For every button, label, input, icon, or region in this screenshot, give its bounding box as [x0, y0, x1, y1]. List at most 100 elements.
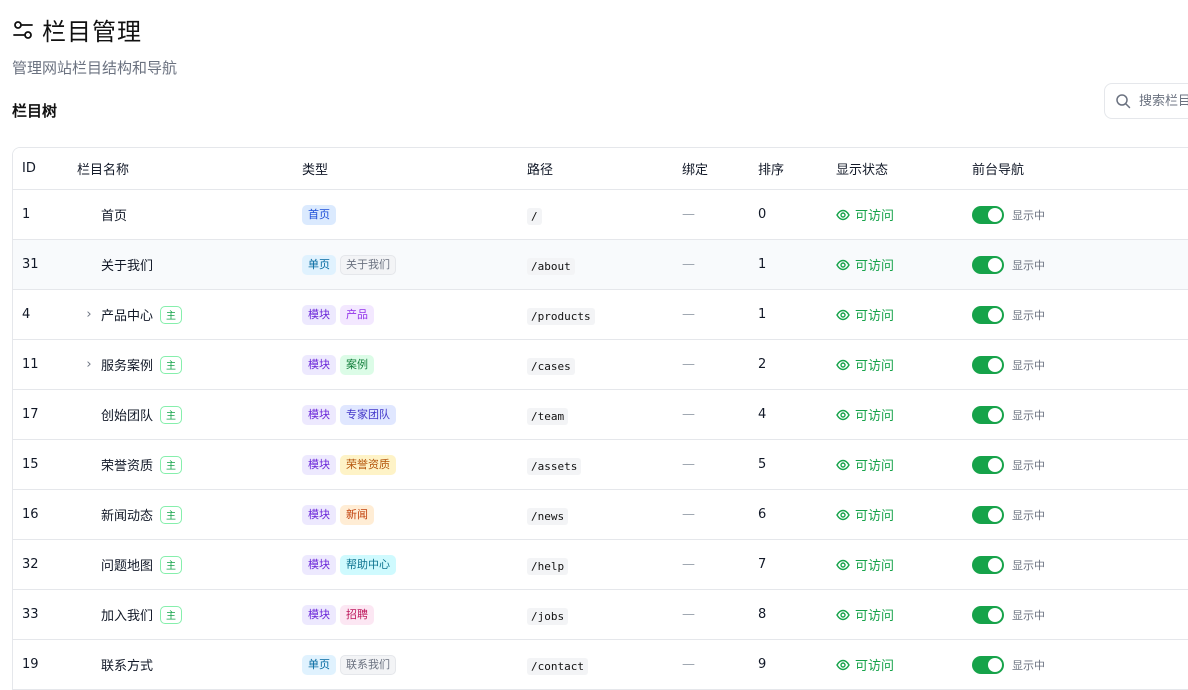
- name-cell: › 服务案例主: [77, 355, 302, 374]
- binding-cell: —: [682, 307, 695, 322]
- visibility-label: 可访问: [855, 259, 895, 274]
- column-name: 问题地图: [101, 559, 154, 574]
- nav-status-label: 显示中: [1012, 258, 1045, 272]
- table-row[interactable]: 17 创始团队主模块 专家团队/team —4 可访问 显示中: [13, 390, 1188, 440]
- name-cell: 荣誉资质主: [77, 455, 302, 474]
- type-tag: 模块: [302, 454, 336, 475]
- row-id: 17: [22, 407, 39, 422]
- table-row[interactable]: 4 › 产品中心主模块 产品/products —1 可访问 显示中: [13, 290, 1188, 340]
- path-code: /products: [527, 308, 595, 325]
- name-cell: 新闻动态主: [77, 505, 302, 524]
- type-tag: 单页: [302, 654, 336, 675]
- search-input[interactable]: [1137, 92, 1188, 110]
- nav-toggle[interactable]: [972, 555, 1004, 574]
- main-badge: 主: [160, 505, 183, 524]
- type-tag: 模块: [302, 554, 336, 575]
- binding-cell: —: [682, 507, 695, 522]
- table-row[interactable]: 33 加入我们主模块 招聘/jobs —8 可访问 显示中: [13, 590, 1188, 640]
- row-id: 16: [22, 507, 39, 522]
- path-code: /assets: [527, 458, 582, 475]
- header-name: 栏目名称: [77, 163, 130, 178]
- table-row[interactable]: 11 › 服务案例主模块 案例/cases —2 可访问 显示中: [13, 340, 1188, 390]
- type-cell: 首页: [302, 204, 527, 225]
- row-id: 31: [22, 257, 39, 272]
- eye-icon: [836, 609, 850, 620]
- row-id: 15: [22, 457, 39, 472]
- path-code: /cases: [527, 358, 575, 375]
- main-badge: 主: [160, 555, 183, 574]
- subtype-tag: 案例: [340, 354, 374, 375]
- main-badge: 主: [160, 455, 183, 474]
- column-name: 创始团队: [101, 409, 154, 424]
- page-subtitle: 管理网站栏目结构和导航: [12, 59, 178, 77]
- path-code: /help: [527, 558, 569, 575]
- name-cell: › 产品中心主: [77, 305, 302, 324]
- name-cell: 联系方式: [77, 655, 302, 674]
- path-cell: /team: [527, 405, 681, 425]
- binding-cell: —: [682, 407, 695, 422]
- nav-cell: 显示中: [972, 505, 1045, 524]
- nav-toggle[interactable]: [972, 355, 1004, 374]
- row-id: 1: [22, 207, 31, 222]
- visibility-label: 可访问: [855, 309, 895, 324]
- nav-toggle[interactable]: [972, 305, 1004, 324]
- table-row[interactable]: 16 新闻动态主模块 新闻/news —6 可访问 显示中: [13, 490, 1188, 540]
- visibility-label: 可访问: [855, 609, 895, 624]
- type-cell: 模块 帮助中心: [302, 554, 527, 575]
- table-row[interactable]: 19 联系方式 单页 联系我们/contact — 9 可访问 显示中: [13, 640, 1188, 689]
- order-cell: 8: [758, 607, 767, 622]
- binding-cell: —: [682, 657, 695, 672]
- visibility-label: 可访问: [855, 359, 895, 374]
- table-row[interactable]: 32 问题地图主模块 帮助中心/help —7 可访问 显示中: [13, 540, 1188, 590]
- nav-status-label: 显示中: [1012, 408, 1045, 422]
- visibility-label: 可访问: [855, 509, 895, 524]
- main-badge: 主: [160, 605, 183, 624]
- nav-toggle[interactable]: [972, 205, 1004, 224]
- nav-cell: 显示中: [972, 305, 1045, 324]
- name-cell: 问题地图主: [77, 555, 302, 574]
- type-tag: 模块: [302, 404, 336, 425]
- subtype-tag: 联系我们: [340, 654, 396, 675]
- settings-sliders-icon: [13, 20, 33, 39]
- column-tree-table: ID 栏目名称 类型 路径 绑定 排序 显示状态 前台导航 1 首页 首页 / — 0 可访…: [12, 147, 1188, 690]
- name-cell: 关于我们: [77, 255, 302, 274]
- nav-cell: 显示中: [972, 605, 1045, 624]
- nav-toggle[interactable]: [972, 255, 1004, 274]
- nav-cell: 显示中: [972, 355, 1045, 374]
- path-cell: /: [527, 205, 681, 225]
- table-row[interactable]: 1 首页 首页 / — 0 可访问 显示中: [13, 190, 1188, 240]
- visibility-status: 可访问: [836, 555, 972, 574]
- nav-toggle[interactable]: [972, 405, 1004, 424]
- eye-icon: [836, 209, 850, 220]
- order-cell: 4: [758, 407, 767, 422]
- nav-toggle[interactable]: [972, 605, 1004, 624]
- search-box[interactable]: [1104, 83, 1188, 119]
- nav-status-label: 显示中: [1012, 658, 1045, 672]
- table-header: ID 栏目名称 类型 路径 绑定 排序 显示状态 前台导航: [13, 148, 1188, 190]
- visibility-status: 可访问: [836, 655, 972, 674]
- nav-cell: 显示中: [972, 655, 1045, 674]
- path-code: /news: [527, 508, 569, 525]
- row-id: 32: [22, 557, 39, 572]
- header-order: 排序: [758, 163, 785, 178]
- chevron-right-icon[interactable]: ›: [77, 307, 101, 322]
- table-row[interactable]: 31 关于我们 单页 关于我们/about —1 可访问 显示中: [13, 240, 1188, 290]
- search-icon: [1116, 94, 1131, 109]
- column-name: 产品中心: [101, 309, 154, 324]
- table-row[interactable]: 15 荣誉资质主模块 荣誉资质/assets —5 可访问 显示中: [13, 440, 1188, 490]
- nav-toggle[interactable]: [972, 505, 1004, 524]
- path-code: /team: [527, 408, 569, 425]
- visibility-label: 可访问: [855, 409, 895, 424]
- page-title: 栏目管理: [42, 18, 142, 46]
- subtype-tag: 关于我们: [340, 254, 396, 275]
- nav-toggle[interactable]: [972, 455, 1004, 474]
- path-code: /: [527, 208, 542, 225]
- nav-toggle[interactable]: [972, 655, 1004, 674]
- eye-icon: [836, 459, 850, 470]
- chevron-right-icon[interactable]: ›: [77, 357, 101, 372]
- eye-icon: [836, 359, 850, 370]
- column-name: 首页: [101, 209, 128, 224]
- table-body: 1 首页 首页 / —0 可访问 显示中 31 关于我们 单页 关于我们/about —1 可访问 显示中…: [13, 190, 1188, 689]
- nav-status-label: 显示中: [1012, 458, 1045, 472]
- type-tag: 模块: [302, 604, 336, 625]
